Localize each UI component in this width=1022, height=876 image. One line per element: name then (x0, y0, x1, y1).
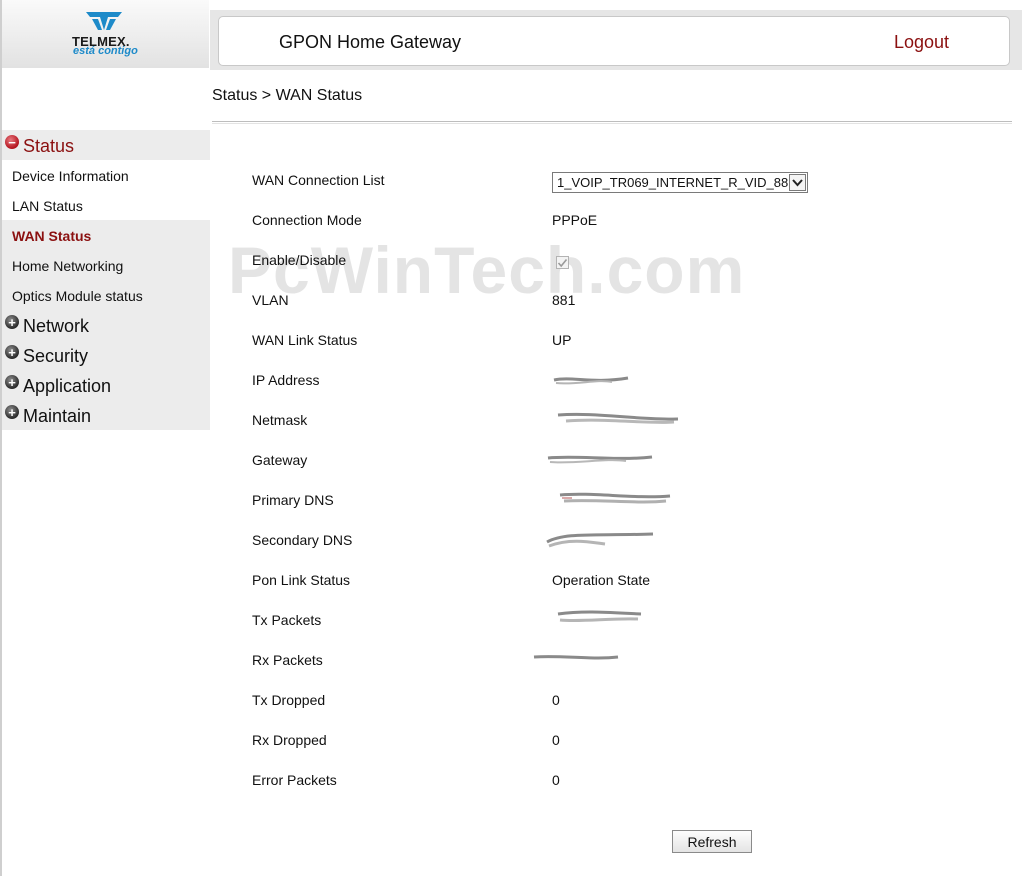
menu-maintain-label: Maintain (23, 405, 92, 426)
sidebar-spacer (2, 70, 210, 130)
redacted-ip-address (553, 376, 629, 385)
value-connection-mode: PPPoE (552, 212, 598, 228)
menu-application-label: Application (23, 375, 112, 396)
expand-plus-icon: + (5, 315, 19, 329)
value-wan-link-status: UP (552, 332, 572, 348)
expand-plus-icon: + (5, 345, 19, 359)
menu-security-label: Security (23, 345, 89, 366)
enable-checkbox[interactable] (556, 256, 569, 269)
menu-maintain[interactable]: + Maintain (2, 401, 210, 431)
watermark: PcWinTech.com (228, 233, 746, 307)
gateway-title: GPON Home Gateway (279, 32, 462, 52)
label-pon-link-status: Pon Link Status (252, 572, 351, 588)
sidebar-item-device-information[interactable]: Device Information (12, 161, 129, 191)
menu-status[interactable]: − Status (2, 131, 210, 161)
breadcrumb-divider (212, 121, 1012, 124)
redacted-secondary-dns (546, 532, 654, 548)
label-connection-mode: Connection Mode (252, 212, 362, 228)
label-netmask: Netmask (252, 412, 308, 428)
sidebar-item-lan-status[interactable]: LAN Status (12, 191, 83, 221)
label-wan-link-status: WAN Link Status (252, 332, 358, 348)
redacted-gateway (547, 455, 653, 464)
label-primary-dns: Primary DNS (252, 492, 334, 508)
label-vlan: VLAN (252, 292, 289, 308)
label-wan-connection-list: WAN Connection List (252, 172, 385, 188)
label-tx-packets: Tx Packets (252, 612, 322, 628)
menu-network-label: Network (23, 315, 90, 336)
redacted-netmask (557, 412, 679, 424)
value-tx-dropped: 0 (552, 692, 560, 708)
chevron-down-icon[interactable] (789, 174, 806, 191)
redacted-rx-packets (533, 655, 619, 660)
label-ip-address: IP Address (252, 372, 320, 388)
wan-connection-select[interactable]: 1_VOIP_TR069_INTERNET_R_VID_881 (552, 172, 808, 193)
value-rx-dropped: 0 (552, 732, 560, 748)
collapse-minus-icon: − (5, 135, 19, 149)
wan-connection-selected: 1_VOIP_TR069_INTERNET_R_VID_881 (557, 175, 789, 190)
menu-application[interactable]: + Application (2, 371, 210, 401)
label-rx-packets: Rx Packets (252, 652, 323, 668)
redacted-tx-packets (557, 610, 642, 623)
breadcrumb: Status > WAN Status (212, 87, 363, 104)
sidebar-item-optics-module-status[interactable]: Optics Module status (12, 281, 143, 311)
label-error-packets: Error Packets (252, 772, 337, 788)
logout-link[interactable]: Logout (894, 32, 949, 53)
telmex-logo-icon (86, 12, 122, 30)
menu-security[interactable]: + Security (2, 341, 210, 371)
value-pon-link-status: Operation State (552, 572, 651, 588)
sidebar-item-wan-status[interactable]: WAN Status (12, 221, 91, 251)
menu-status-label: Status (23, 135, 75, 156)
value-vlan: 881 (552, 292, 576, 308)
logo-tagline: está contigo (73, 45, 138, 57)
label-gateway: Gateway (252, 452, 308, 468)
expand-plus-icon: + (5, 375, 19, 389)
label-secondary-dns: Secondary DNS (252, 532, 353, 548)
menu-network[interactable]: + Network (2, 311, 210, 341)
label-tx-dropped: Tx Dropped (252, 692, 326, 708)
expand-plus-icon: + (5, 405, 19, 419)
sidebar-item-home-networking[interactable]: Home Networking (12, 251, 123, 281)
logo-area: TELMEX. está contigo (2, 0, 209, 68)
value-error-packets: 0 (552, 772, 560, 788)
label-rx-dropped: Rx Dropped (252, 732, 327, 748)
header-panel: GPON Home Gateway Logout (218, 16, 1010, 66)
label-enable-disable: Enable/Disable (252, 252, 347, 268)
refresh-button[interactable]: Refresh (672, 830, 752, 853)
redacted-primary-dns (559, 492, 671, 504)
